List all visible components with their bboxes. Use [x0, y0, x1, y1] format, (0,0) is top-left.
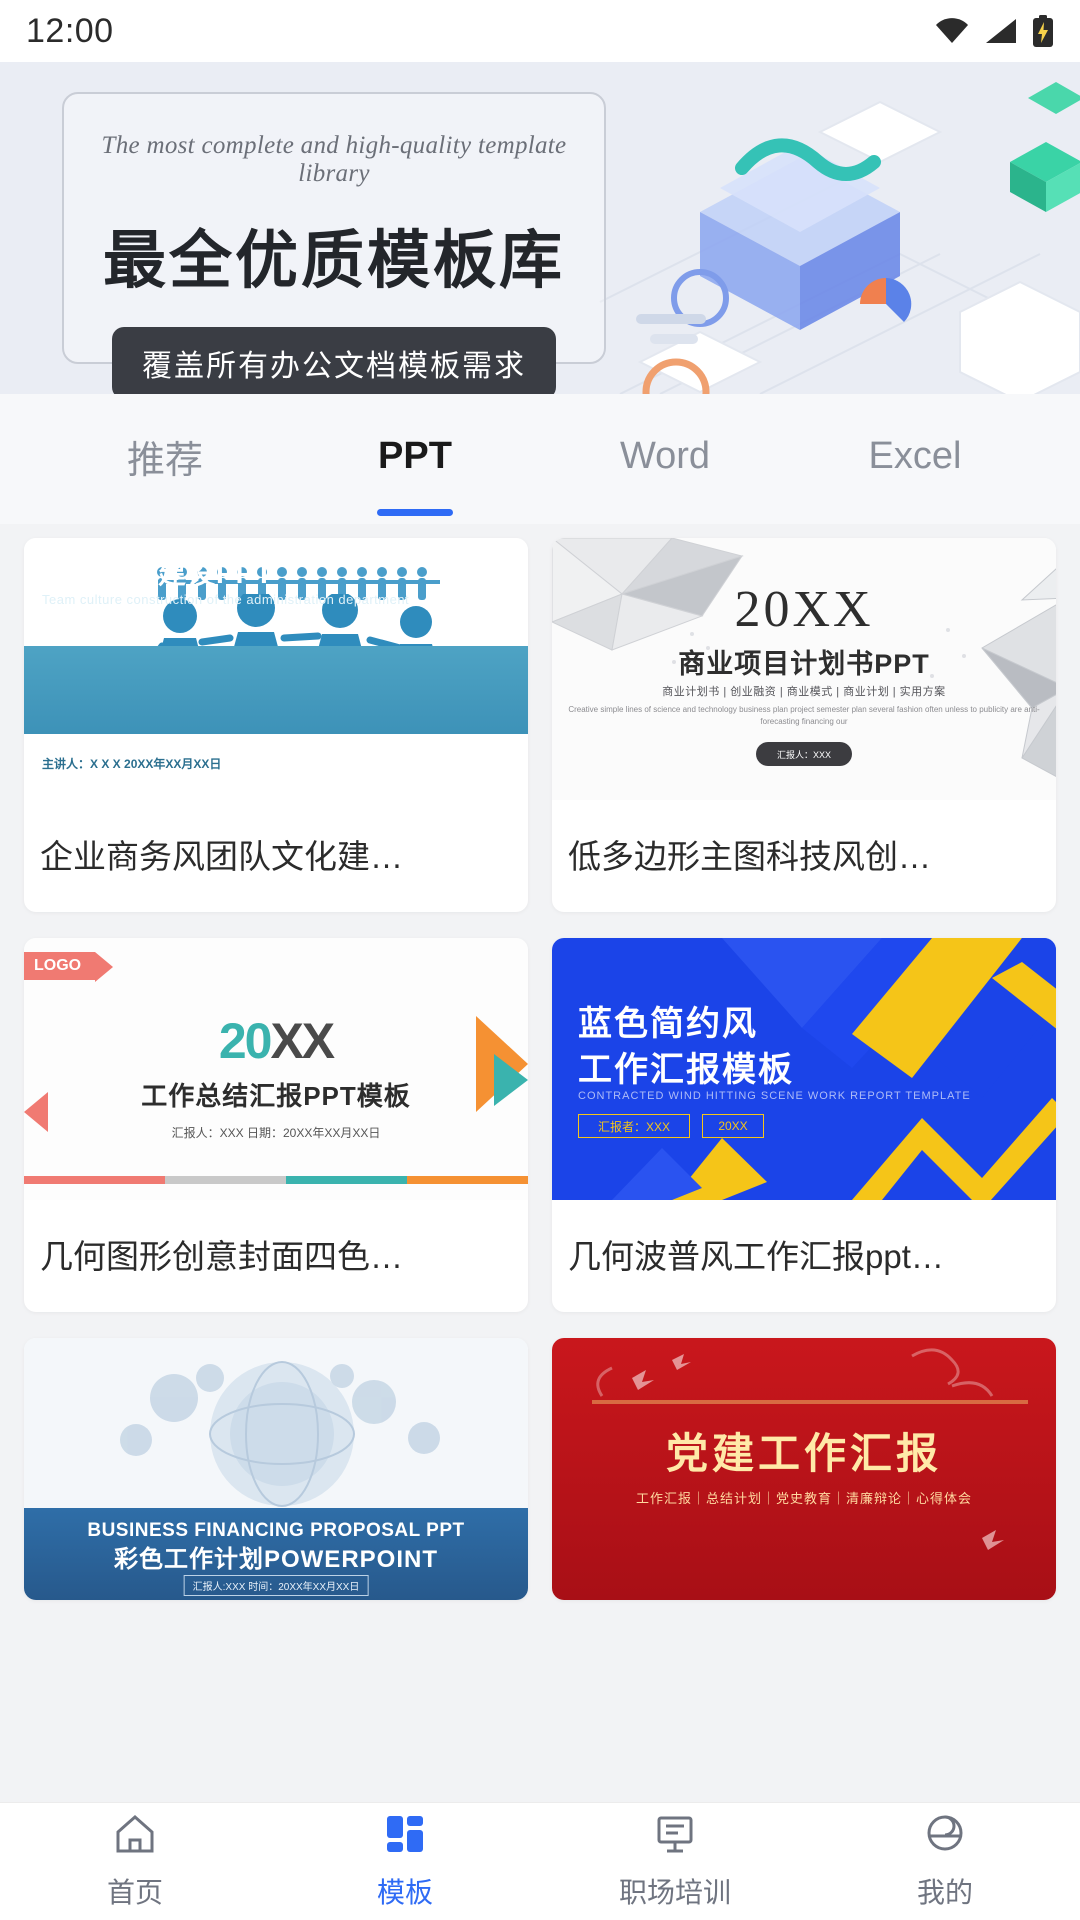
- nav-label-home: 首页: [106, 1877, 163, 1908]
- color-bar-4: [407, 1176, 528, 1184]
- template-thumbnail[interactable]: 蓝色简约风 工作汇报模板 CONTRACTED WIND HITTING SCE…: [552, 938, 1056, 1200]
- template-thumbnail[interactable]: BUSINESS FINANCING PROPOSAL PPT 彩色工作计划PO…: [24, 1338, 528, 1600]
- banner-tagline: 覆盖所有办公文档模板需求: [112, 327, 556, 394]
- board-icon: [652, 1812, 698, 1861]
- thumb-subtitle: 工作汇报｜总结计划｜党史教育｜清廉辩论｜心得体会: [635, 1491, 972, 1506]
- template-card[interactable]: 党建工作汇报 工作汇报｜总结计划｜党史教育｜清廉辩论｜心得体会: [552, 1338, 1056, 1600]
- color-bar-1: [24, 1176, 166, 1184]
- tab-ppt[interactable]: PPT: [290, 435, 540, 484]
- card-title: 几何波普风工作汇报ppt…: [568, 1238, 944, 1275]
- tab-recommend[interactable]: 推荐: [40, 429, 290, 490]
- nav-label-training: 职场培训: [618, 1877, 731, 1908]
- template-thumbnail[interactable]: LOGO 20XX 工作总结汇报PPT模板 汇报人：XXX 日期：20XX年XX…: [24, 938, 528, 1200]
- battery-charging-icon: [1032, 14, 1054, 48]
- thumb-micro-text: Creative simple lines of science and tec…: [568, 705, 1040, 726]
- thumb-keyword-line: 商业计划书 | 创业融资 | 商业模式 | 商业计划 | 实用方案: [662, 686, 946, 698]
- card-title: 企业商务风团队文化建…: [40, 838, 403, 875]
- nav-label-profile: 我的: [916, 1877, 973, 1908]
- nav-item-training[interactable]: 职场培训: [540, 1803, 810, 1920]
- nav-label-templates: 模板: [376, 1877, 433, 1908]
- thumb-year: 20XX: [734, 581, 874, 638]
- thumb-chinese-title: 彩色工作计划POWERPOINT: [113, 1546, 438, 1573]
- tab-word[interactable]: Word: [540, 435, 790, 484]
- thumb-meta: 汇报人：XXX 日期：20XX年XX月XX日: [171, 1126, 381, 1140]
- template-thumbnail[interactable]: 团队文化建设PPT Team culture construction of t…: [24, 538, 528, 800]
- thumb-title: 商业项目计划书PPT: [678, 649, 930, 679]
- tab-excel[interactable]: Excel: [790, 435, 1040, 484]
- status-bar: 12:00: [0, 0, 1080, 62]
- nav-item-home[interactable]: 首页: [0, 1803, 270, 1920]
- thumb-year-chip: 20XX: [702, 1114, 764, 1138]
- card-title: 低多边形主图科技风创…: [568, 838, 931, 875]
- wifi-icon: [934, 17, 970, 45]
- color-bar-3: [286, 1176, 408, 1184]
- grid-icon: [382, 1812, 428, 1861]
- signal-icon: [984, 17, 1018, 45]
- thumb-presenter-chip: 汇报人：XXX: [756, 742, 852, 766]
- banner-chinese-title: 最全优质模板库: [103, 226, 565, 296]
- thumb-title-line2: 工作汇报模板: [578, 1051, 794, 1089]
- thumb-title: 党建工作汇报: [665, 1430, 942, 1477]
- promo-banner[interactable]: The most complete and high-quality templ…: [0, 62, 1080, 394]
- color-bar-2: [165, 1176, 287, 1184]
- thumb-banner-strip: [24, 646, 528, 734]
- thumb-year: 20XX: [218, 1013, 335, 1069]
- thumb-title: 工作总结汇报PPT模板: [141, 1081, 411, 1111]
- thumb-subtitle: Team culture construction of the adminis…: [42, 592, 410, 607]
- category-tab-bar[interactable]: 推荐 PPT Word Excel: [0, 394, 1080, 524]
- thumb-subtitle: CONTRACTED WIND HITTING SCENE WORK REPOR…: [578, 1090, 971, 1102]
- banner-english-line: The most complete and high-quality templ…: [101, 132, 567, 187]
- home-icon: [112, 1812, 158, 1861]
- card-title: 几何图形创意封面四色…: [40, 1238, 403, 1275]
- thumb-presenter-chip: 汇报者：XXX: [578, 1114, 690, 1138]
- status-clock: 12:00: [26, 11, 114, 50]
- template-grid: 团队文化建设PPT Team culture construction of t…: [0, 524, 1080, 1600]
- nav-item-templates[interactable]: 模板: [270, 1803, 540, 1920]
- template-card[interactable]: 蓝色简约风 工作汇报模板 CONTRACTED WIND HITTING SCE…: [552, 938, 1056, 1312]
- bottom-navigation[interactable]: 首页 模板 职场培训 我的: [0, 1802, 1080, 1920]
- person-icon: [922, 1812, 968, 1861]
- template-card[interactable]: 团队文化建设PPT Team culture construction of t…: [24, 538, 528, 912]
- template-thumbnail[interactable]: 党建工作汇报 工作汇报｜总结计划｜党史教育｜清廉辩论｜心得体会: [552, 1338, 1056, 1600]
- nav-item-profile[interactable]: 我的: [810, 1803, 1080, 1920]
- status-icon-group: [934, 14, 1054, 48]
- thumb-title: 团队文化建设PPT: [42, 558, 274, 589]
- thumb-footer: 主讲人：X X X 20XX年XX月XX日: [42, 757, 222, 771]
- thumb-logo-badge: LOGO: [24, 952, 114, 982]
- template-card[interactable]: LOGO 20XX 工作总结汇报PPT模板 汇报人：XXX 日期：20XX年XX…: [24, 938, 528, 1312]
- template-card[interactable]: 20XX 商业项目计划书PPT 商业计划书 | 创业融资 | 商业模式 | 商业…: [552, 538, 1056, 912]
- template-card[interactable]: BUSINESS FINANCING PROPOSAL PPT 彩色工作计划PO…: [24, 1338, 528, 1600]
- thumb-meta-box: 汇报人:XXX 时间：20XX年XX月XX日: [183, 1575, 369, 1596]
- thumb-title-line1: 蓝色简约风: [578, 1005, 758, 1043]
- banner-text-card: The most complete and high-quality templ…: [62, 92, 606, 394]
- template-thumbnail[interactable]: 20XX 商业项目计划书PPT 商业计划书 | 创业融资 | 商业模式 | 商业…: [552, 538, 1056, 800]
